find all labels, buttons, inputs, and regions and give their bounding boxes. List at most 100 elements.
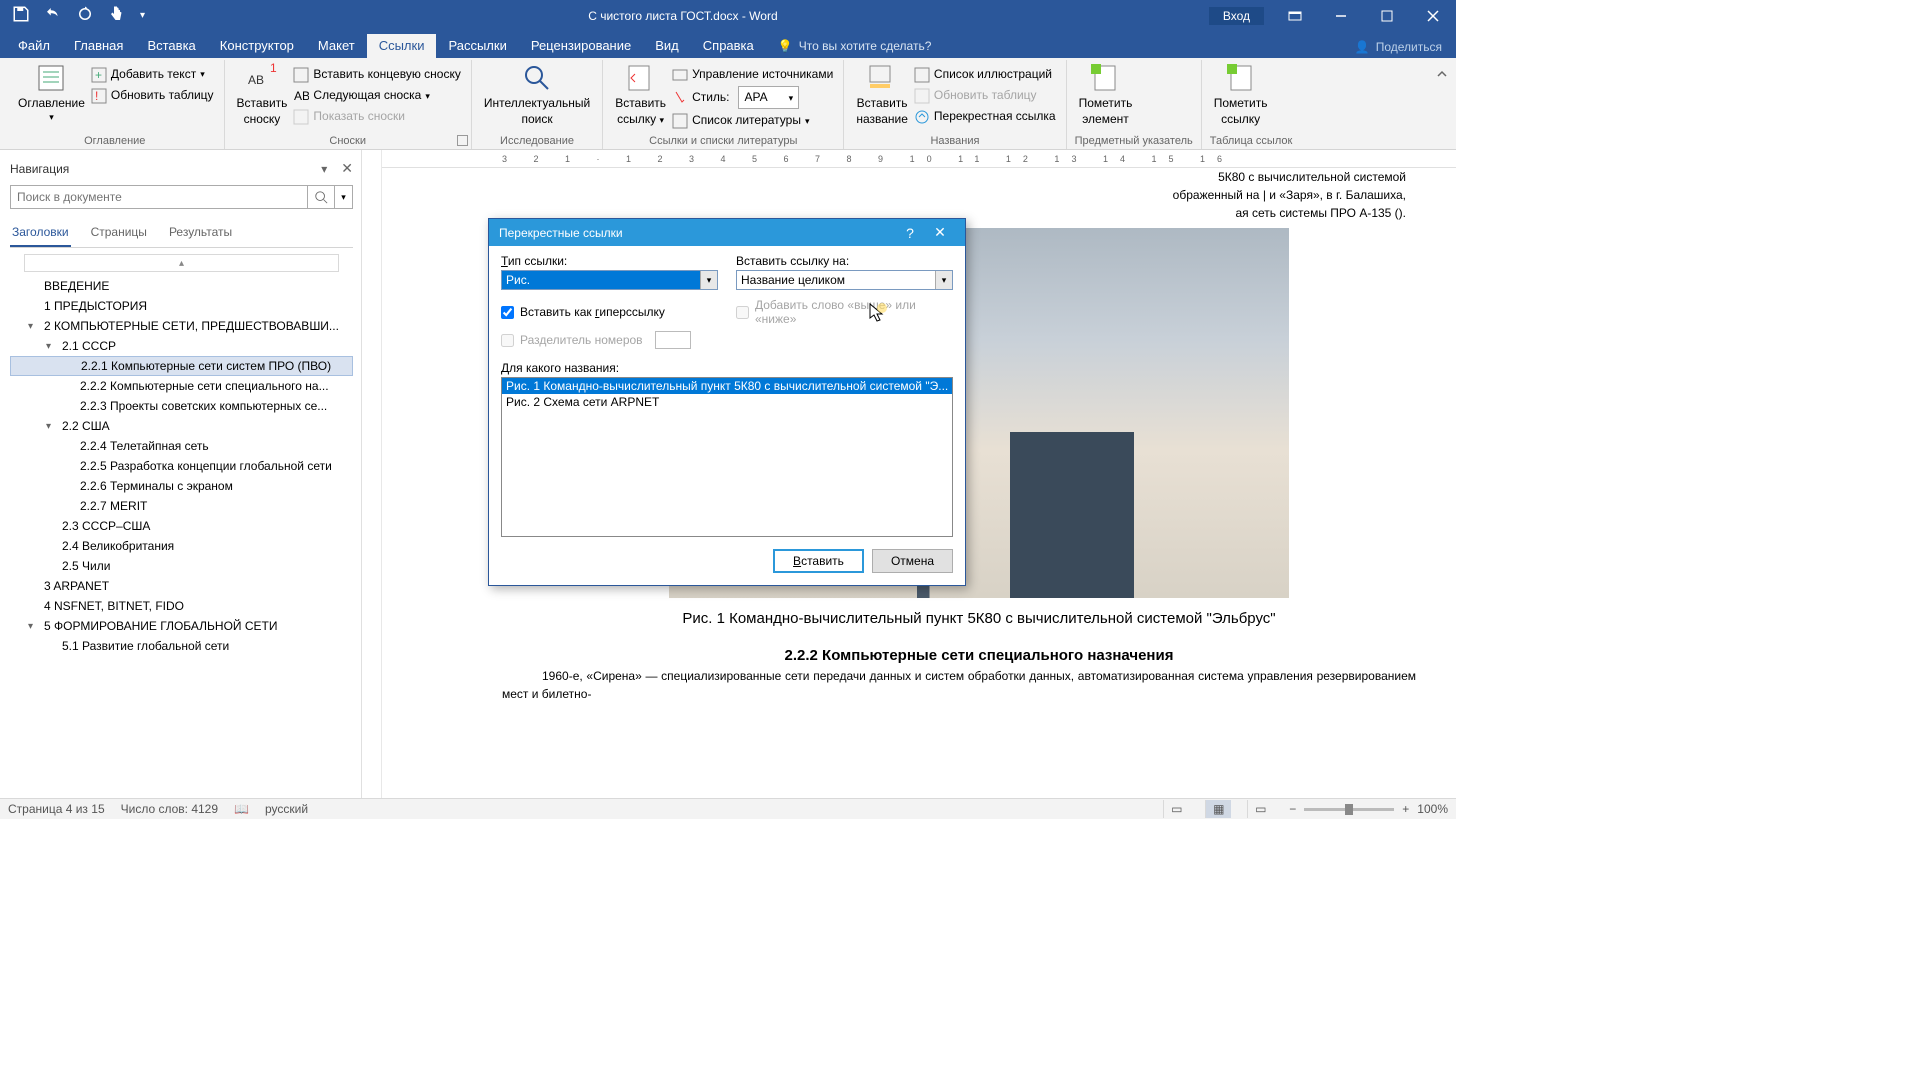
search-icon[interactable]	[307, 185, 335, 209]
tab-references[interactable]: Ссылки	[367, 34, 437, 58]
nav-tab-results[interactable]: Результаты	[167, 219, 234, 247]
group-research-label: Исследование	[480, 135, 594, 149]
tab-view[interactable]: Вид	[643, 34, 691, 58]
tab-insert[interactable]: Вставка	[135, 34, 207, 58]
signin-button[interactable]: Вход	[1209, 7, 1264, 25]
zoom-slider[interactable]	[1304, 808, 1394, 811]
ribbon-display-icon[interactable]	[1272, 0, 1318, 31]
insert-endnote-button[interactable]: Вставить концевую сноску	[291, 64, 462, 85]
table-of-figures-button[interactable]: Список иллюстраций	[912, 64, 1058, 85]
cancel-button[interactable]: Отмена	[872, 549, 953, 573]
mark-entry-button[interactable]: Пометить элемент	[1075, 60, 1137, 129]
group-toc-label: Оглавление	[14, 135, 216, 149]
touch-icon[interactable]	[108, 5, 126, 26]
dialog-launcher-icon[interactable]	[457, 135, 468, 146]
nav-close-icon[interactable]: ✕	[341, 160, 353, 177]
nav-tab-pages[interactable]: Страницы	[89, 219, 149, 247]
zoom-in-icon[interactable]: +	[1402, 802, 1409, 816]
nav-item[interactable]: 2.2.2 Компьютерные сети специального на.…	[10, 376, 353, 396]
redo-icon[interactable]	[76, 5, 94, 26]
doc-heading: 2.2.2 Компьютерные сети специального наз…	[502, 645, 1456, 668]
maximize-icon[interactable]	[1364, 0, 1410, 31]
undo-icon[interactable]	[44, 5, 62, 26]
for-which-label: Для какого названия:	[501, 361, 953, 375]
hyperlink-checkbox[interactable]: Вставить как гиперссылку	[501, 298, 718, 326]
nav-tab-headings[interactable]: Заголовки	[10, 219, 71, 247]
tab-mailings[interactable]: Рассылки	[436, 34, 518, 58]
chevron-down-icon[interactable]: ▾	[700, 271, 717, 289]
insert-caption-button[interactable]: Вставить название	[852, 60, 912, 129]
ref-type-combo[interactable]: Рис. ▾	[501, 270, 718, 290]
tab-design[interactable]: Конструктор	[208, 34, 306, 58]
nav-item[interactable]: 2.2.7 MERIT	[10, 496, 353, 516]
manage-sources-button[interactable]: Управление источниками	[670, 64, 835, 85]
nav-item[interactable]: ▾2 КОМПЬЮТЕРНЫЕ СЕТИ, ПРЕДШЕСТВОВАВШИ...	[10, 316, 353, 336]
list-item[interactable]: Рис. 2 Схема сети ARPNET	[502, 394, 952, 410]
minimize-icon[interactable]	[1318, 0, 1364, 31]
tell-me[interactable]: 💡 Что вы хотите сделать?	[766, 35, 944, 58]
insert-ref-to-combo[interactable]: Название целиком ▾	[736, 270, 953, 290]
update-toc-button[interactable]: !Обновить таблицу	[89, 85, 216, 106]
style-combo[interactable]: Стиль: APA▾	[670, 85, 835, 110]
insert-citation-button[interactable]: Вставить ссылку ▾	[611, 60, 670, 129]
nav-item[interactable]: 2.2.4 Телетайпная сеть	[10, 436, 353, 456]
nav-item[interactable]: 2.2.5 Разработка концепции глобальной се…	[10, 456, 353, 476]
bibliography-button[interactable]: Список литературы ▾	[670, 110, 835, 131]
print-layout-icon[interactable]: ▦	[1205, 800, 1231, 818]
nav-item[interactable]: 1 ПРЕДЫСТОРИЯ	[10, 296, 353, 316]
word-count[interactable]: Число слов: 4129	[121, 802, 218, 816]
nav-item[interactable]: 3 ARPANET	[10, 576, 353, 596]
nav-item[interactable]: 2.5 Чили	[10, 556, 353, 576]
spell-icon[interactable]: 📖	[234, 802, 249, 816]
zoom-level[interactable]: 100%	[1417, 802, 1448, 816]
add-text-button[interactable]: +Добавить текст ▾	[89, 64, 216, 85]
caption-list[interactable]: Рис. 1 Командно-вычислительный пункт 5К8…	[501, 377, 953, 537]
tab-home[interactable]: Главная	[62, 34, 135, 58]
page-status[interactable]: Страница 4 из 15	[8, 802, 105, 816]
nav-item[interactable]: ▾5 ФОРМИРОВАНИЕ ГЛОБАЛЬНОЙ СЕТИ	[10, 616, 353, 636]
nav-item[interactable]: 5.1 Развитие глобальной сети	[10, 636, 353, 656]
nav-jump-top[interactable]: ▴	[24, 254, 339, 272]
cross-reference-button[interactable]: Перекрестная ссылка	[912, 106, 1058, 127]
nav-item[interactable]: 2.4 Великобритания	[10, 536, 353, 556]
qat-dropdown-icon[interactable]: ▾	[140, 10, 145, 21]
language-status[interactable]: русский	[265, 802, 308, 816]
dialog-help-icon[interactable]: ?	[895, 225, 925, 241]
nav-tree: ВВЕДЕНИЕ1 ПРЕДЫСТОРИЯ▾2 КОМПЬЮТЕРНЫЕ СЕТ…	[10, 276, 353, 656]
save-icon[interactable]	[12, 5, 30, 26]
tab-file[interactable]: Файл	[6, 34, 62, 58]
document-title: С чистого листа ГОСТ.docx - Word	[157, 9, 1209, 23]
show-notes-button: Показать сноски	[291, 106, 462, 127]
insert-footnote-button[interactable]: AB1 Вставить сноску	[233, 60, 292, 129]
dialog-close-icon[interactable]: ✕	[925, 224, 955, 241]
chevron-down-icon[interactable]: ▾	[935, 271, 952, 289]
nav-dropdown-icon[interactable]: ▾	[321, 162, 327, 176]
read-mode-icon[interactable]: ▭	[1163, 800, 1189, 818]
nav-item[interactable]: ▾2.2 США	[10, 416, 353, 436]
toc-button[interactable]: Оглавление ▾	[14, 60, 89, 125]
close-icon[interactable]	[1410, 0, 1456, 31]
nav-item[interactable]: ВВЕДЕНИЕ	[10, 276, 353, 296]
collapse-ribbon-icon[interactable]	[1436, 68, 1448, 83]
nav-item[interactable]: 4 NSFNET, BITNET, FIDO	[10, 596, 353, 616]
list-item[interactable]: Рис. 1 Командно-вычислительный пункт 5К8…	[502, 378, 952, 394]
search-input[interactable]	[10, 185, 307, 209]
tab-help[interactable]: Справка	[691, 34, 766, 58]
nav-item[interactable]: 2.2.3 Проекты советских компьютерных се.…	[10, 396, 353, 416]
nav-item[interactable]: ▾2.1 СССР	[10, 336, 353, 356]
nav-item[interactable]: 2.2.1 Компьютерные сети систем ПРО (ПВО)	[10, 356, 353, 376]
nav-item[interactable]: 2.2.6 Терминалы с экраном	[10, 476, 353, 496]
zoom-out-icon[interactable]: −	[1289, 802, 1296, 816]
insert-button[interactable]: Вставить	[773, 549, 864, 573]
vertical-ruler	[362, 150, 382, 798]
nav-item[interactable]: 2.3 СССР–США	[10, 516, 353, 536]
share-button[interactable]: 👤 Поделиться	[1341, 36, 1456, 58]
next-footnote-button[interactable]: ABСледующая сноска ▾	[291, 85, 462, 106]
tab-layout[interactable]: Макет	[306, 34, 367, 58]
smart-lookup-button[interactable]: Интеллектуальный поиск	[480, 60, 594, 129]
mark-citation-button[interactable]: Пометить ссылку	[1210, 60, 1272, 129]
tab-review[interactable]: Рецензирование	[519, 34, 643, 58]
web-layout-icon[interactable]: ▭	[1247, 800, 1273, 818]
group-footnotes-label: Сноски	[233, 135, 463, 149]
search-dropdown-icon[interactable]: ▾	[335, 185, 353, 209]
